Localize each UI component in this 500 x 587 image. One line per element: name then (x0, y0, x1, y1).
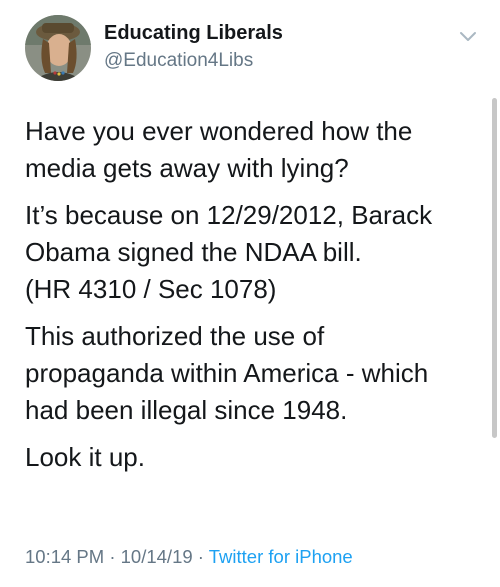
meta-separator: · (192, 546, 209, 567)
avatar[interactable] (25, 15, 91, 81)
display-name[interactable]: Educating Liberals (104, 22, 283, 45)
tweet-paragraph: Look it up. (25, 442, 145, 472)
tweet-metadata: 10:14 PM · 10/14/19 · Twitter for iPhone (25, 546, 353, 568)
user-handle[interactable]: @Education4Libs (104, 50, 253, 72)
tweet-paragraph: Have you ever wondered how the media get… (25, 116, 413, 183)
scrollbar[interactable] (492, 98, 497, 438)
avatar-image (25, 15, 91, 81)
tweet-date[interactable]: 10/14/19 (121, 546, 193, 567)
tweet-paragraph: It’s because on 12/29/2012, Barack Obama… (25, 200, 433, 304)
tweet-time[interactable]: 10:14 PM (25, 546, 104, 567)
chevron-down-icon[interactable] (459, 31, 477, 43)
tweet-source-link[interactable]: Twitter for iPhone (209, 546, 353, 567)
meta-separator: · (104, 546, 121, 567)
tweet-paragraph: This authorized the use of propaganda wi… (25, 321, 429, 425)
tweet-text: Have you ever wondered how the media get… (25, 113, 485, 486)
tweet-card: Educating Liberals @Education4Libs Have … (0, 0, 500, 587)
